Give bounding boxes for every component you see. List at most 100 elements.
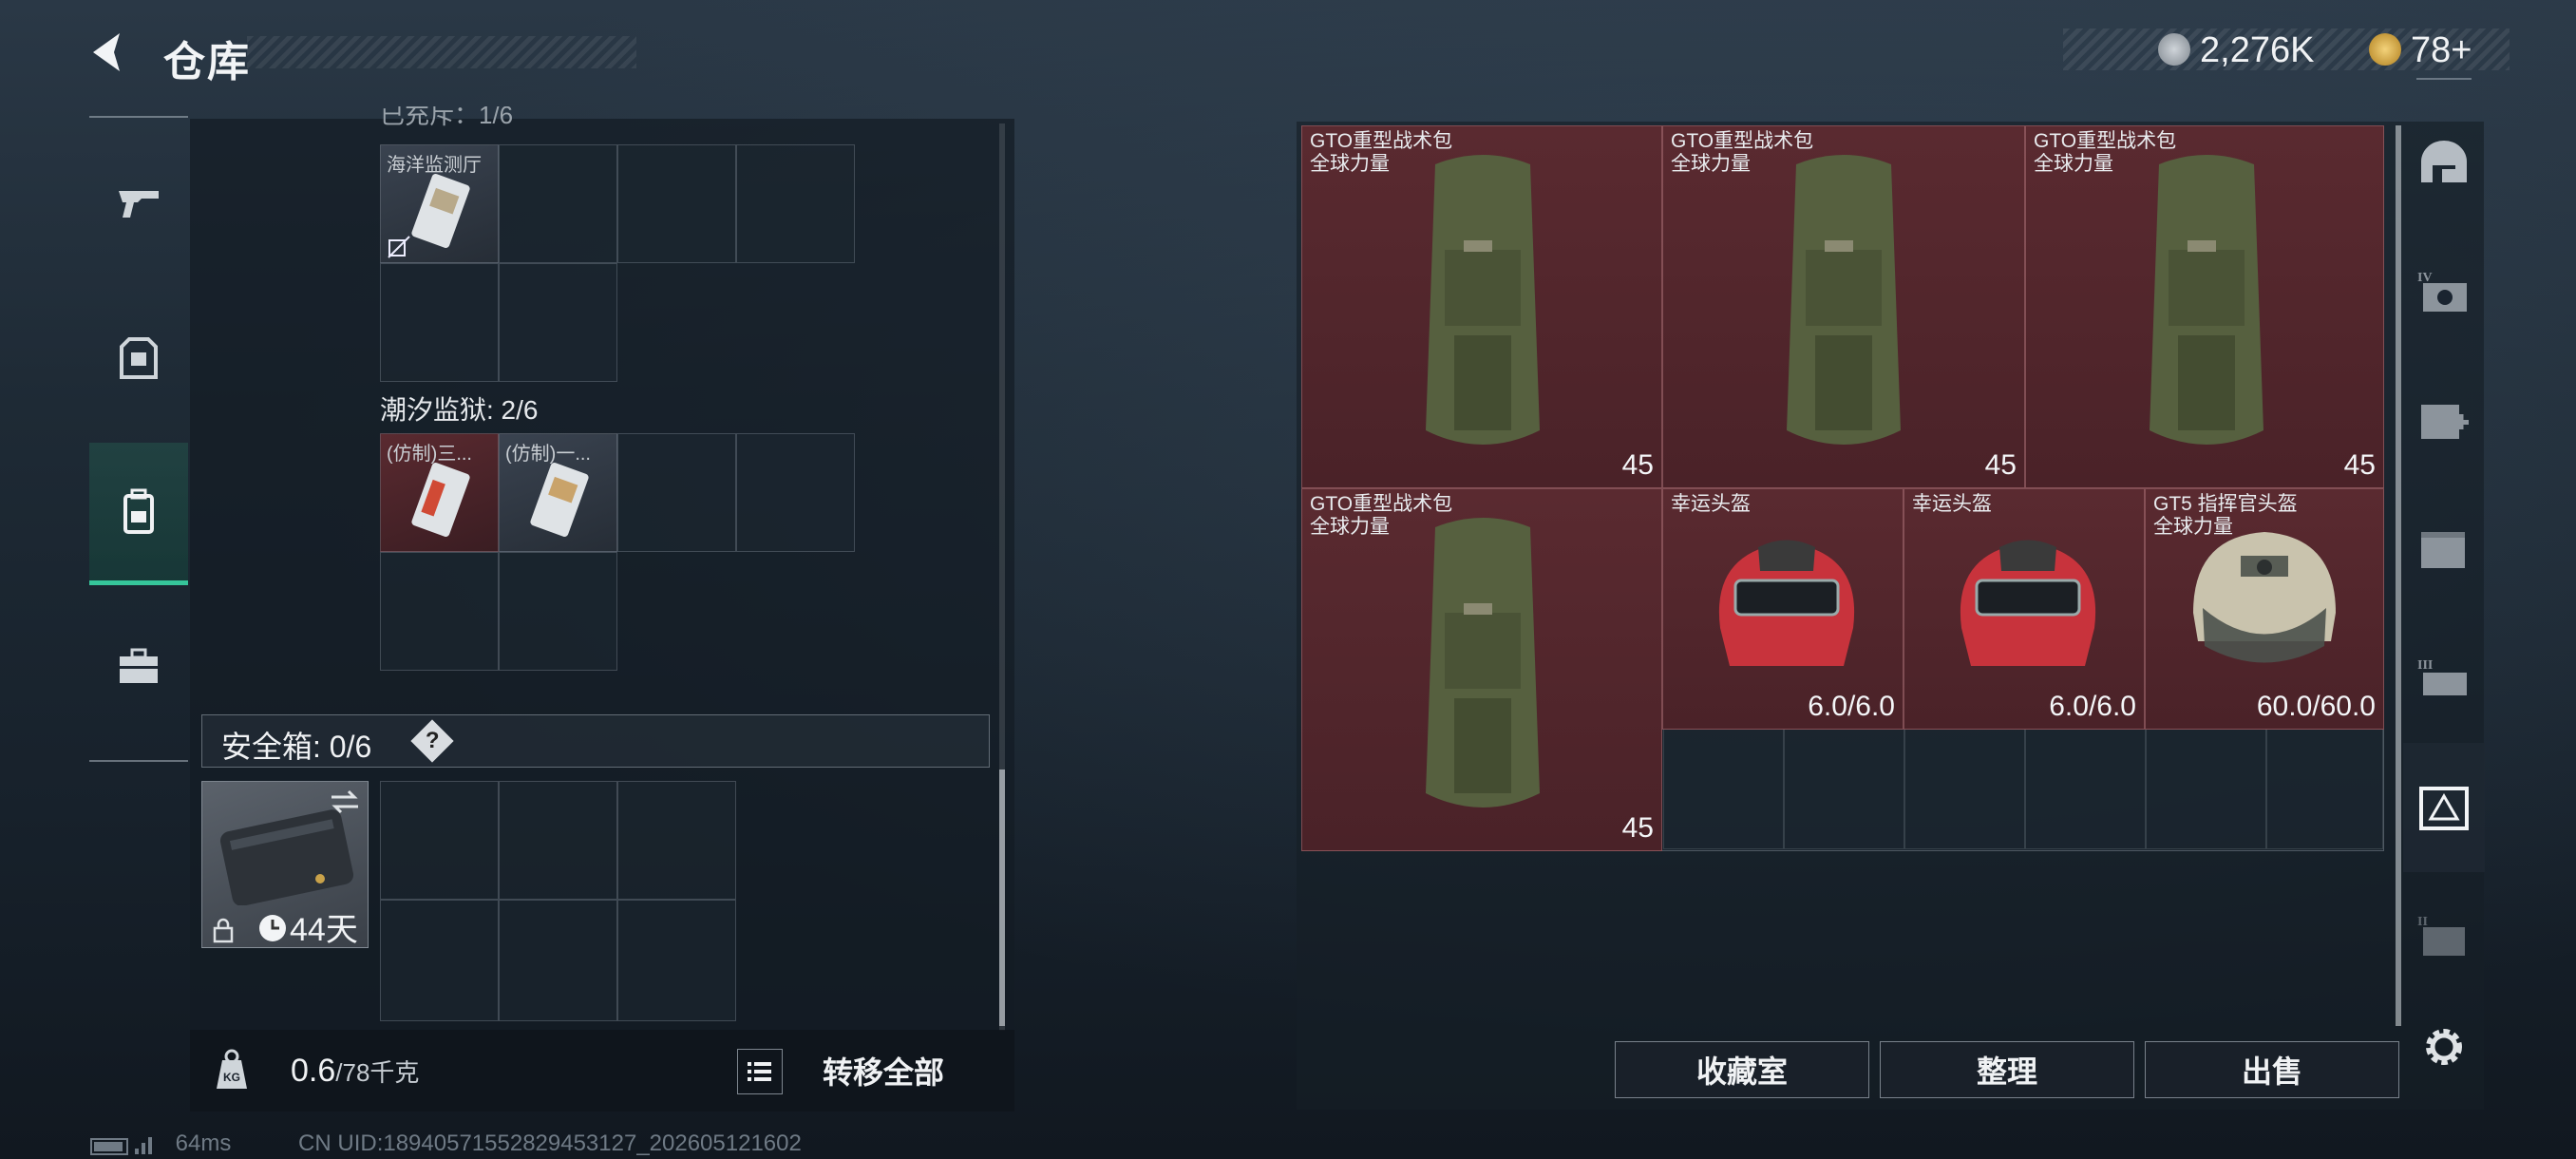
weight-icon: KG — [217, 1049, 247, 1089]
item-stat: 45 — [1621, 449, 1654, 481]
backpack-scrollbar[interactable] — [999, 124, 1005, 1031]
rnav-selected-category[interactable] — [2403, 743, 2485, 872]
stash-item-helmet[interactable]: GT5 指挥官头盔 全球力量 60.0/60.0 — [2145, 488, 2384, 730]
svg-text:II: II — [2417, 915, 2428, 929]
organize-button[interactable]: 整理 — [1880, 1041, 2134, 1098]
safebox-case[interactable]: 44天 — [201, 781, 369, 948]
title-bar: 仓库 — [85, 24, 636, 86]
status-bar: 64ms CN UID:18940571552829453127_2026051… — [89, 1130, 802, 1157]
backpack-image — [1787, 155, 1901, 445]
briefcase-icon — [120, 648, 158, 683]
empty-slot[interactable] — [617, 433, 736, 552]
empty-slot[interactable] — [499, 263, 617, 382]
keycard-image — [530, 463, 589, 537]
container2-label: 潮汐监狱: 2/6 — [380, 395, 539, 425]
rnav-medical[interactable] — [2403, 355, 2485, 484]
nav-divider — [2416, 78, 2472, 80]
empty-slot[interactable] — [380, 900, 499, 1021]
svg-text:III: III — [2417, 658, 2433, 673]
rnav-helmets[interactable] — [2403, 97, 2485, 226]
empty-slot[interactable] — [617, 144, 736, 263]
svg-text:IV: IV — [2417, 271, 2433, 285]
help-button[interactable]: ? — [410, 719, 454, 763]
nav-armor[interactable] — [89, 287, 188, 429]
coin-icon — [2158, 33, 2190, 66]
empty-slot[interactable] — [380, 781, 499, 900]
transfer-all-label: 转移全部 — [823, 1055, 945, 1090]
empty-slot[interactable] — [1663, 729, 1784, 849]
empty-slot[interactable] — [617, 900, 736, 1021]
keycard-image — [411, 463, 470, 537]
back-button[interactable] — [85, 28, 133, 76]
nav-backpack[interactable] — [89, 443, 188, 585]
crate-select-icon — [2419, 787, 2469, 830]
back-arrow-icon — [93, 33, 120, 71]
pistol-icon — [119, 191, 159, 218]
currency-bar: 2,276K 78+ — [2063, 28, 2510, 70]
lock-icon — [213, 918, 234, 943]
empty-slot[interactable] — [1784, 729, 1904, 849]
item-stat: 45 — [1621, 812, 1654, 844]
settings-button[interactable] — [2403, 982, 2485, 1112]
stash-item-helmet[interactable]: 幸运头盔 6.0/6.0 — [1904, 488, 2145, 730]
empty-slot[interactable] — [2025, 729, 2146, 849]
container-label-partial: 已充斥：1/6 — [380, 106, 514, 127]
weight-max: /78千克 — [335, 1058, 420, 1087]
safebox-header: 安全箱: 0/6 ? — [201, 714, 990, 768]
misc-items-icon: II — [2417, 915, 2465, 956]
medkit-icon — [2421, 405, 2469, 439]
collection-button[interactable]: 收藏室 — [1615, 1041, 1869, 1098]
empty-slot[interactable] — [1904, 729, 2025, 849]
list-icon[interactable] — [737, 1049, 783, 1094]
no-trade-icon — [388, 236, 410, 258]
gear-icon — [2426, 1029, 2462, 1065]
keycard-image — [411, 174, 470, 248]
stash-scrollbar[interactable] — [2396, 125, 2401, 1026]
empty-slot[interactable] — [499, 144, 617, 263]
title-decoration — [247, 36, 636, 68]
left-category-nav — [89, 116, 188, 762]
nav-briefcase[interactable] — [89, 595, 188, 737]
nav-weapons[interactable] — [89, 131, 188, 274]
empty-slot[interactable] — [617, 781, 736, 900]
item-stat: 45 — [2343, 449, 2376, 481]
item-name: 幸运头盔 — [1912, 493, 1992, 515]
rnav-storage[interactable] — [2403, 484, 2485, 614]
nav-divider — [89, 760, 188, 762]
stash-item-backpack[interactable]: GTO重型战术包 全球力量 45 — [1301, 488, 1662, 851]
sell-button[interactable]: 出售 — [2145, 1041, 2399, 1098]
empty-slot[interactable] — [499, 900, 617, 1021]
item-stat: 45 — [1984, 449, 2017, 481]
backpack-footer: KG 0.6/78千克 转移全部 — [190, 1030, 1014, 1112]
stash-item-backpack[interactable]: GTO重型战术包 全球力量 45 — [1662, 125, 2025, 488]
storage-box-icon — [2421, 532, 2465, 568]
tier4-vest-icon: IV — [2417, 271, 2467, 312]
empty-slot[interactable] — [499, 552, 617, 671]
inventory-item[interactable]: (仿制)一... — [499, 433, 617, 552]
item-stat: 6.0/6.0 — [1808, 691, 1895, 722]
stash-item-backpack[interactable]: GTO重型战术包 全球力量 45 — [1301, 125, 1662, 488]
stash-item-backpack[interactable]: GTO重型战术包 全球力量 45 — [2025, 125, 2384, 488]
transfer-all-button[interactable]: 转移全部 — [728, 1039, 1003, 1102]
empty-slot[interactable] — [499, 781, 617, 900]
empty-slot[interactable] — [736, 433, 855, 552]
empty-slot[interactable] — [2266, 729, 2383, 849]
ticket-icon — [2369, 33, 2401, 66]
empty-slot[interactable] — [380, 263, 499, 382]
stash-item-helmet[interactable]: 幸运头盔 6.0/6.0 — [1662, 488, 1904, 730]
item-name: 幸运头盔 — [1671, 493, 1751, 515]
list-lines-icon — [748, 1062, 771, 1081]
ping: 64ms — [175, 1130, 232, 1156]
weight-readout: 0.6/78千克 — [291, 1053, 419, 1090]
empty-slot[interactable] — [380, 552, 499, 671]
empty-slot[interactable] — [736, 144, 855, 263]
safebox-label: 安全箱: 0/6 — [221, 730, 372, 764]
swap-icon[interactable] — [328, 788, 362, 816]
inventory-item[interactable]: 海洋监测厅 — [380, 144, 499, 263]
backpack-image — [1426, 518, 1540, 808]
rnav-armor-tier3[interactable]: III — [2403, 614, 2485, 743]
battery-signal-icon — [90, 1136, 152, 1155]
rnav-armor-tier4[interactable]: IV — [2403, 226, 2485, 355]
empty-slot[interactable] — [2146, 729, 2266, 849]
inventory-item[interactable]: (仿制)三... — [380, 433, 499, 552]
